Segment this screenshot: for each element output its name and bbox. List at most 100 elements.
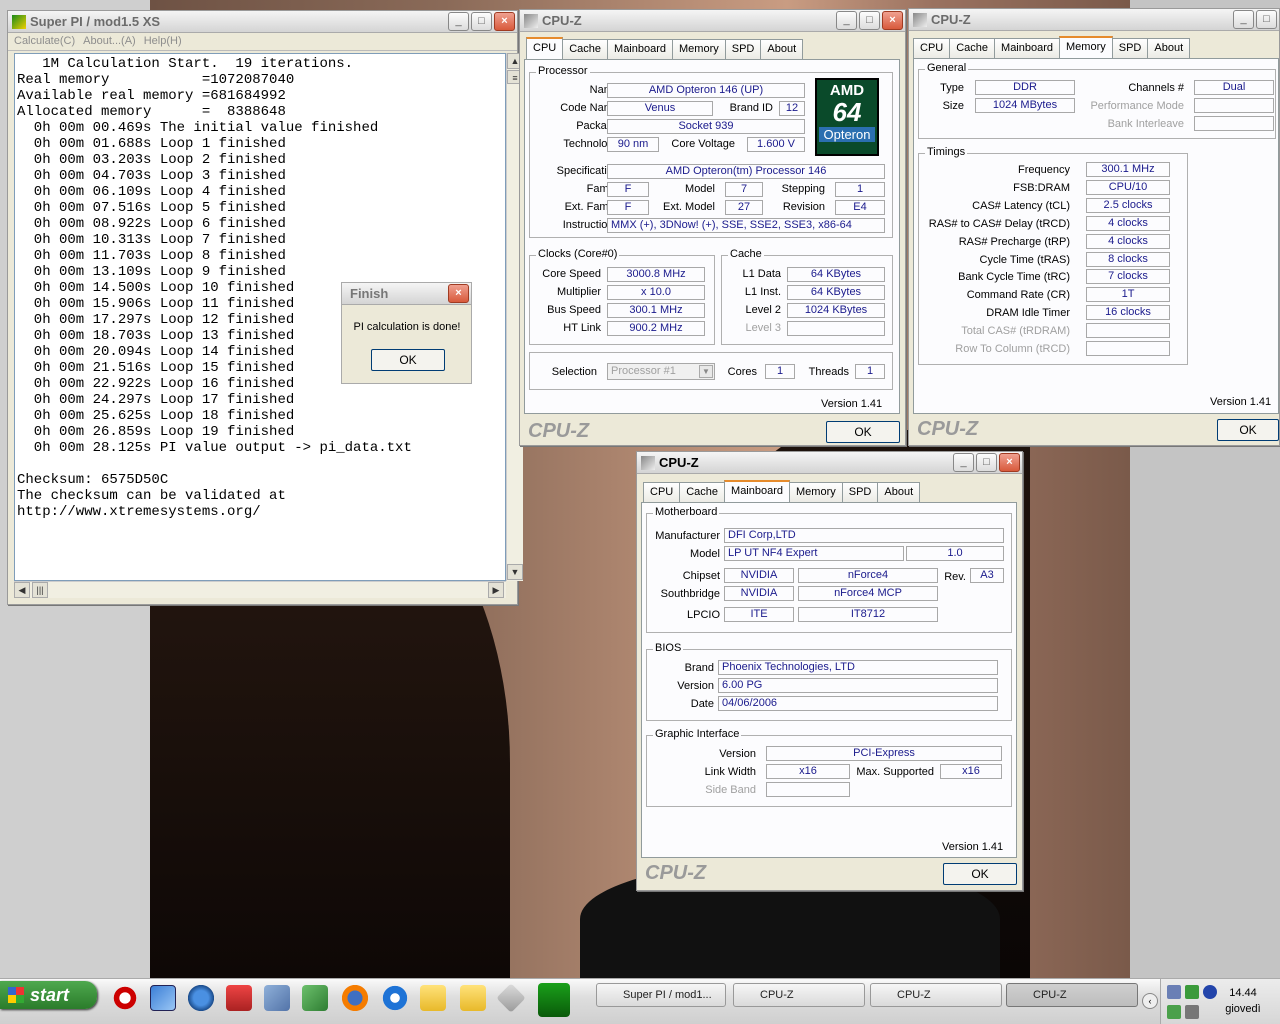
- folder-icon[interactable]: [420, 985, 446, 1011]
- selection-label: Selection: [551, 366, 597, 378]
- ok-button[interactable]: OK: [1217, 419, 1279, 441]
- chevron-down-icon[interactable]: ▼: [699, 365, 713, 378]
- taskbar-item-cpuz-3[interactable]: CPU-Z: [1006, 983, 1138, 1007]
- chipset-value: nForce4: [798, 568, 938, 583]
- bios-version-value: 6.00 PG: [718, 678, 998, 693]
- perfmode-label: Performance Mode: [1090, 100, 1184, 112]
- maximize-button[interactable]: □: [1256, 10, 1277, 29]
- output-line: 0h 00m 04.703s Loop 3 finished: [17, 168, 286, 184]
- firefox-icon[interactable]: [342, 985, 368, 1011]
- rp-label: RAS# Precharge (tRP): [958, 236, 1070, 248]
- taskbar-item-cpuz-1[interactable]: CPU-Z: [733, 983, 865, 1007]
- start-button[interactable]: start: [0, 981, 97, 1009]
- opera-icon[interactable]: [112, 985, 138, 1011]
- tab-cpu[interactable]: CPU: [526, 37, 564, 59]
- cpuz-cpu-titlebar[interactable]: CPU-Z _ □ ×: [520, 10, 905, 32]
- hscroll-thumb[interactable]: |||: [32, 582, 48, 598]
- tab-mainboard[interactable]: Mainboard: [994, 38, 1061, 58]
- output-line: Checksum: 6575D50C: [17, 472, 169, 488]
- maximize-button[interactable]: □: [976, 453, 997, 472]
- superpi-titlebar[interactable]: Super PI / mod1.5 XS _ □ ×: [8, 11, 517, 33]
- tab-spd[interactable]: SPD: [841, 482, 879, 502]
- tab-mainboard[interactable]: Mainboard: [607, 39, 674, 59]
- menu-help[interactable]: Help(H): [144, 35, 182, 48]
- minimize-button[interactable]: _: [953, 453, 974, 472]
- tab-cache[interactable]: Cache: [679, 482, 726, 502]
- recycle-icon[interactable]: [302, 985, 328, 1011]
- scroll-down-button[interactable]: ▼: [507, 564, 523, 580]
- close-button[interactable]: ×: [999, 453, 1020, 472]
- type-label: Type: [940, 82, 964, 94]
- superpi-title: Super PI / mod1.5 XS: [30, 14, 161, 29]
- cpuz-title: CPU-Z: [659, 455, 699, 470]
- horizontal-scrollbar[interactable]: ◀ ||| ▶: [14, 581, 506, 598]
- tab-memory[interactable]: Memory: [1059, 36, 1113, 58]
- finish-close-button[interactable]: ×: [448, 284, 469, 303]
- tab-spd[interactable]: SPD: [1111, 38, 1149, 58]
- cpuz-memory-titlebar[interactable]: CPU-Z _ □: [909, 9, 1279, 31]
- revision-value: E4: [835, 200, 885, 215]
- folder-icon[interactable]: [460, 985, 486, 1011]
- tab-about[interactable]: About: [1147, 38, 1191, 58]
- cpuz-cpu-window: CPU-Z _ □ × CPU Cache Mainboard Memory S…: [519, 9, 906, 446]
- close-button[interactable]: ×: [882, 11, 903, 30]
- minimize-button[interactable]: _: [836, 11, 857, 30]
- internet-explorer-icon[interactable]: [382, 985, 408, 1011]
- finish-titlebar[interactable]: Finish ×: [342, 283, 471, 305]
- l1data-label: L1 Data: [742, 268, 781, 280]
- taskbar-item-cpuz-2[interactable]: CPU-Z: [870, 983, 1002, 1007]
- output-line: 0h 00m 25.625s Loop 18 finished: [17, 408, 295, 424]
- package-value: Socket 939: [607, 119, 805, 134]
- processor-group-title: Processor: [536, 65, 590, 77]
- tray-network-icon[interactable]: [1167, 985, 1181, 999]
- tab-cache[interactable]: Cache: [949, 38, 996, 58]
- fsbdram-label: FSB:DRAM: [1013, 182, 1070, 194]
- start-label: start: [30, 985, 70, 1005]
- tray-sync-icon[interactable]: [1167, 1005, 1181, 1019]
- menu-calculate[interactable]: Calculate(C): [14, 35, 75, 48]
- scroll-left-button[interactable]: ◀: [14, 582, 30, 598]
- taskbar-item-superpi[interactable]: Super PI / mod1...: [596, 983, 726, 1007]
- maximize-button[interactable]: □: [859, 11, 880, 30]
- tab-spd[interactable]: SPD: [724, 39, 762, 59]
- network-icon[interactable]: [264, 985, 290, 1011]
- rev-value: A3: [970, 568, 1004, 583]
- tab-cpu[interactable]: CPU: [643, 482, 681, 502]
- tray-volume-icon[interactable]: [1185, 1005, 1199, 1019]
- tray-check-icon[interactable]: [1185, 985, 1199, 999]
- tab-mainboard[interactable]: Mainboard: [724, 480, 791, 502]
- rowcol-value: [1086, 341, 1170, 356]
- tab-about[interactable]: About: [760, 39, 804, 59]
- ok-button[interactable]: OK: [943, 863, 1017, 885]
- lpcio-label: LPCIO: [686, 609, 720, 621]
- totalcas-value: [1086, 323, 1170, 338]
- tab-cpu[interactable]: CPU: [913, 38, 951, 58]
- finish-message: PI calculation is done!: [353, 321, 461, 333]
- cas-value: 2.5 clocks: [1086, 198, 1170, 213]
- tab-memory[interactable]: Memory: [789, 482, 843, 502]
- tab-cache[interactable]: Cache: [562, 39, 609, 59]
- superpi-launch-icon[interactable]: [538, 983, 570, 1017]
- tools-icon[interactable]: [226, 985, 252, 1011]
- close-button[interactable]: ×: [494, 12, 515, 31]
- maximize-button[interactable]: □: [471, 12, 492, 31]
- tab-memory[interactable]: Memory: [672, 39, 726, 59]
- drive-icon[interactable]: [496, 983, 526, 1013]
- ok-button[interactable]: OK: [826, 421, 900, 443]
- thunderbird-icon[interactable]: [188, 985, 214, 1011]
- tray-expand-icon[interactable]: ‹: [1142, 993, 1158, 1009]
- cpuz-mainboard-titlebar[interactable]: CPU-Z _ □ ×: [637, 452, 1022, 474]
- minimize-button[interactable]: _: [448, 12, 469, 31]
- minimize-button[interactable]: _: [1233, 10, 1254, 29]
- tab-about[interactable]: About: [877, 482, 921, 502]
- scroll-right-button[interactable]: ▶: [488, 582, 504, 598]
- explorer-window-icon[interactable]: [150, 985, 176, 1011]
- idle-value: 16 clocks: [1086, 305, 1170, 320]
- cpu-panel: Processor Name AMD Opteron 146 (UP) Code…: [524, 59, 900, 414]
- cpuz-memory-window: CPU-Z _ □ CPU Cache Mainboard Memory SPD…: [908, 8, 1280, 446]
- output-line: Real memory =1072087040: [17, 72, 295, 88]
- menu-about[interactable]: About...(A): [83, 35, 136, 48]
- finish-ok-button[interactable]: OK: [371, 349, 445, 371]
- tray-clock[interactable]: 14.44 giovedì: [1210, 985, 1276, 1017]
- codename-value: Venus: [607, 101, 713, 116]
